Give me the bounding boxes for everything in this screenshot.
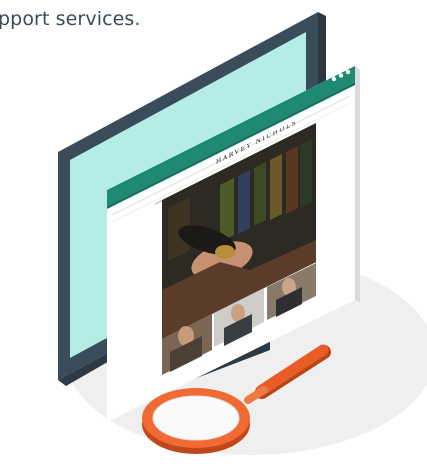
illustration: HARVEY NICHOLS — [58, 12, 427, 455]
